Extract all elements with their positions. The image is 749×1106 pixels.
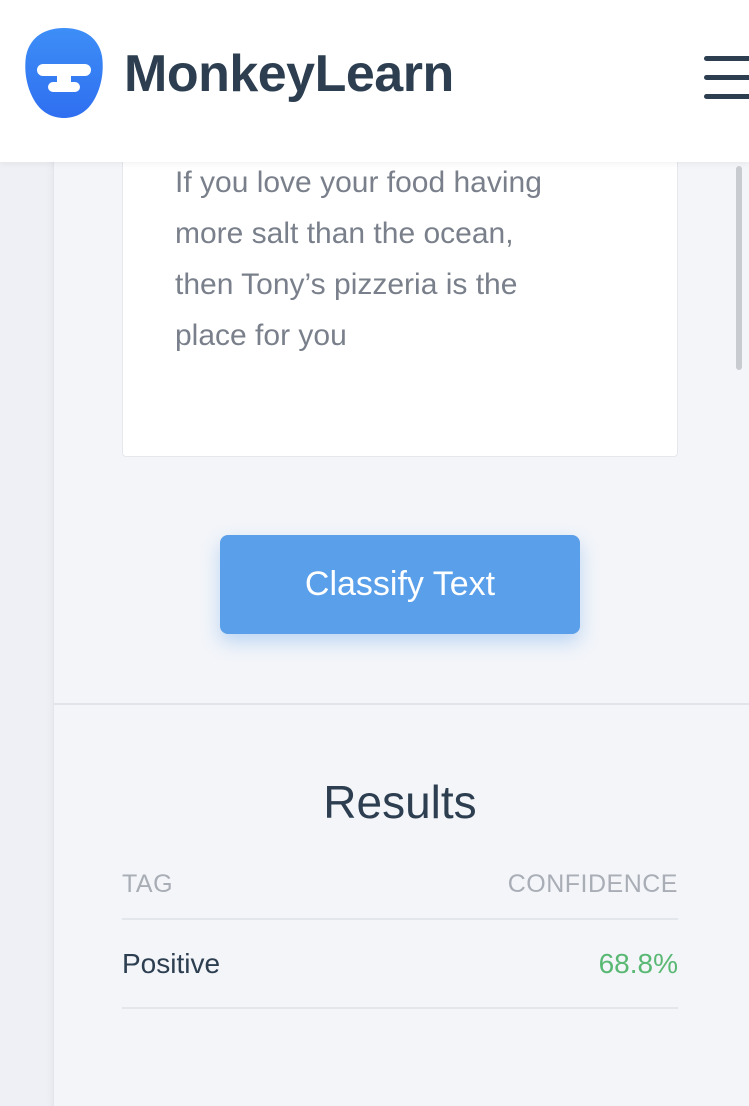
section-divider bbox=[54, 703, 749, 705]
classify-text-button[interactable]: Classify Text bbox=[220, 535, 580, 634]
column-header-tag: TAG bbox=[122, 870, 174, 898]
brand-name: MonkeyLearn bbox=[124, 45, 454, 103]
results-title: Results bbox=[323, 776, 477, 828]
text-line: place for you bbox=[175, 319, 347, 352]
scrollbar[interactable] bbox=[736, 166, 742, 370]
hamburger-menu-icon[interactable] bbox=[704, 56, 749, 102]
text-input-area[interactable]: If you love your food having more salt t… bbox=[122, 120, 678, 457]
text-line: If you love your food having bbox=[175, 166, 542, 199]
text-line: then Tony’s pizzeria is the bbox=[175, 268, 518, 301]
result-tag: Positive bbox=[122, 948, 221, 979]
page: MonkeyLearn If you love your food having… bbox=[0, 0, 749, 1106]
result-confidence: 68.8% bbox=[598, 948, 678, 979]
left-gutter bbox=[0, 0, 54, 1106]
table-divider bbox=[122, 918, 678, 920]
top-header: MonkeyLearn bbox=[0, 0, 749, 162]
table-divider bbox=[122, 1007, 678, 1009]
text-line: more salt than the ocean, bbox=[175, 217, 514, 250]
monkeylearn-logo-icon[interactable] bbox=[24, 26, 104, 120]
column-header-confidence: CONFIDENCE bbox=[507, 870, 678, 898]
